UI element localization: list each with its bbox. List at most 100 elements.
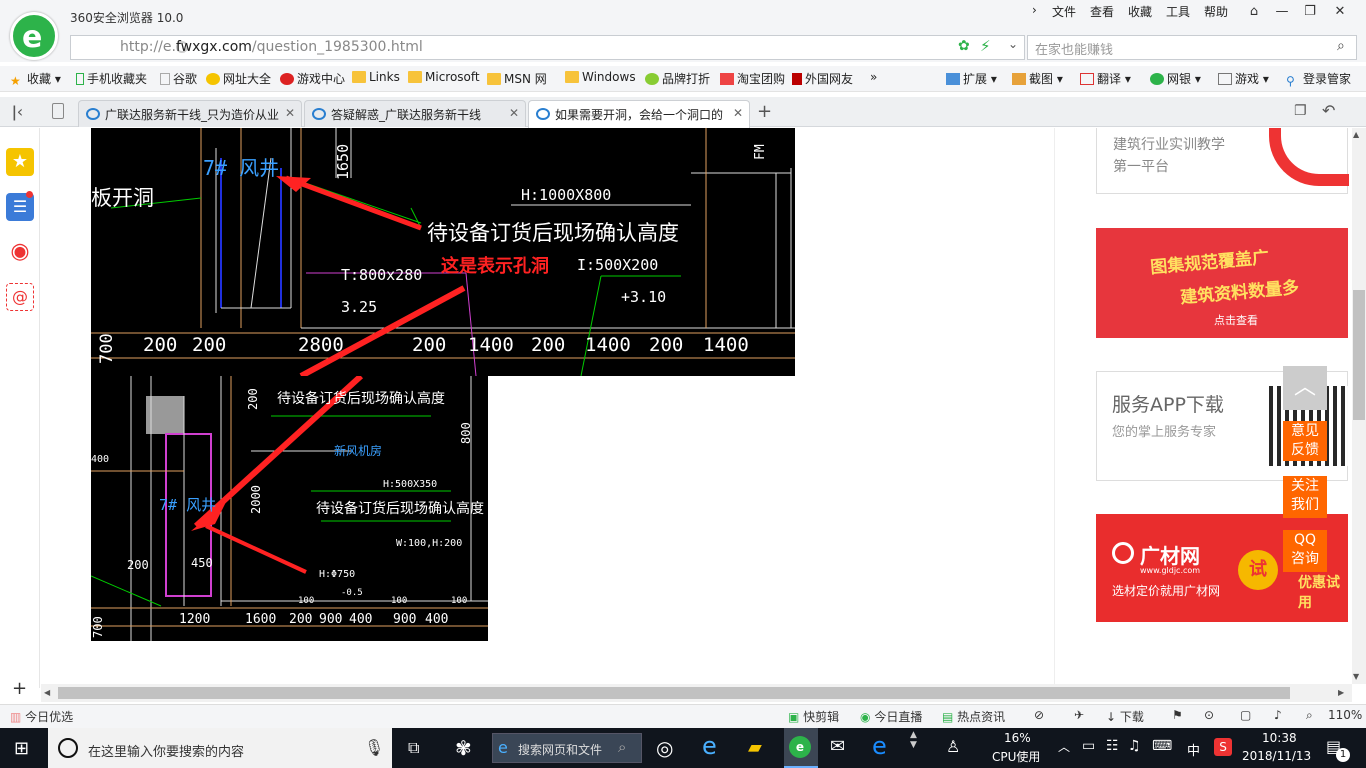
ime-indicator[interactable]: 中 [1187,740,1200,759]
clock-time[interactable]: 10:38 [1262,731,1297,745]
tool-extensions[interactable]: 扩展 ▾ [946,70,997,87]
bookmark-brand[interactable]: 品牌打折 [645,70,710,87]
network-icon[interactable]: ☷ [1106,738,1119,754]
sidebar-toggle-icon[interactable]: ǀ‹ [12,102,23,121]
ad-standards-cta[interactable]: 点击查看 [1214,312,1258,328]
bookmark-msn[interactable]: MSN 网 [487,70,547,87]
sogou-ime-icon[interactable]: S [1214,738,1232,756]
minimize-button[interactable]: — [1268,2,1296,22]
menu-tools[interactable]: 工具 [1166,3,1190,20]
bookmark-foreign[interactable]: 外国网友 [792,70,853,87]
ie-icon[interactable]: e [702,732,717,760]
status-icon-2[interactable]: ✈ [1074,708,1084,722]
add-sidebar-button[interactable]: + [12,678,27,699]
tool-login-manager[interactable]: ⚲ 登录管家 [1286,70,1351,88]
bookmark-microsoft[interactable]: Microsoft [408,70,480,84]
horizontal-scroll-thumb[interactable] [58,687,1290,699]
battery-icon[interactable]: ▭ [1082,738,1095,754]
app-swirl-icon[interactable]: ◎ [656,736,673,760]
scroll-right-icon[interactable]: ▶ [1338,688,1344,697]
scroll-up-icon[interactable]: ▲ [1353,130,1359,139]
status-hot-news[interactable]: ▤ 热点资讯 [942,708,1005,725]
keyboard-icon[interactable]: ⌨ [1152,738,1172,754]
today-picks[interactable]: ▥ 今日优选 [10,708,73,725]
tab-3-active[interactable]: 如果需要开洞，会给一个洞口的 ✕ [528,100,750,128]
bookmark-google[interactable]: 谷歌 [160,70,197,87]
menu-file[interactable]: 文件 [1052,3,1076,20]
clock-date[interactable]: 2018/11/13 [1242,749,1311,763]
restore-button[interactable]: ❐ [1296,2,1324,22]
mail-icon[interactable]: ✉ [830,736,845,757]
tab-2[interactable]: 答疑解惑_广联达服务新干线 ✕ [304,100,526,127]
menu-view[interactable]: 查看 [1090,3,1114,20]
cad-dim: 2000 [249,485,263,514]
zoom-level[interactable]: 110% [1328,708,1362,722]
show-hidden-icon[interactable]: ︿ [1058,738,1070,755]
tool-screenshot[interactable]: 截图 ▾ [1012,70,1063,87]
pin-icon[interactable]: ⌂ [1240,2,1268,22]
edge-icon[interactable]: e [872,732,887,760]
security-icon[interactable]: ✿ [958,38,970,54]
status-download[interactable]: ↓ 下载 [1106,708,1144,725]
more-bookmarks-icon[interactable]: » [870,70,877,84]
url-text[interactable]: http://e.fwxgx.com/question_1985300.html [120,39,423,55]
ad-training[interactable]: 建筑行业实训教学第一平台 [1096,128,1349,194]
app-pinwheel-icon[interactable]: ✾ [455,736,472,760]
qq-consult-button[interactable]: QQ咨询 [1283,530,1327,572]
bookmark-links[interactable]: Links [352,70,400,84]
scroll-left-icon[interactable]: ◀ [44,688,50,697]
windows-start-icon[interactable]: ⊞ [14,738,29,759]
close-button[interactable]: ✕ [1326,2,1354,22]
status-icon-4[interactable]: ⊙ [1204,708,1214,722]
tool-games[interactable]: 游戏 ▾ [1218,70,1269,87]
back-to-top-icon[interactable]: ︿ [1283,366,1327,410]
browser-logo-icon[interactable]: e [10,12,58,60]
favorites-star-icon[interactable]: ★ [6,148,34,176]
tab-list-icon[interactable]: ❐ [1294,103,1307,119]
zoom-icon[interactable]: ⌕ [1306,708,1313,723]
bookmark-taobao[interactable]: 淘宝团购 [720,70,785,87]
cad-dim: 200 [246,388,260,410]
status-quick-edit[interactable]: ▣ 快剪辑 [788,708,839,725]
mobile-icon[interactable] [52,103,64,119]
guangcai-name: 广材网 [1140,544,1200,568]
follow-button[interactable]: 关注我们 [1283,476,1327,518]
undo-close-icon[interactable]: ↶ [1322,101,1335,120]
search-icon[interactable]: ⌕ [1337,38,1345,54]
cad-drawing-top: 7# 风井 板开洞 1650 H:1000X800 待设备订货后现场确认高度 这… [91,128,795,376]
cpu-percent: 16% [1004,731,1031,745]
feedback-button[interactable]: 意见反馈 [1283,421,1327,461]
scroll-down-icon[interactable]: ▼ [1353,672,1359,681]
ad-standards[interactable]: 图集规范覆盖广 建筑资料数量多 点击查看 [1096,228,1348,338]
new-tab-button[interactable]: + [757,101,772,122]
cad-tsize: T:800x280 [341,266,423,284]
bookmark-windows[interactable]: Windows [565,70,636,84]
speaker-icon[interactable]: ♫ [1128,738,1141,754]
menu-help[interactable]: 帮助 [1204,3,1228,20]
column-divider [1054,128,1055,684]
email-icon[interactable]: @ [6,283,34,311]
tool-bank[interactable]: 网银 ▾ [1150,70,1201,87]
people-icon[interactable]: ♙ [946,737,960,756]
bookmark-sites[interactable]: 网址大全 [206,70,271,87]
status-live[interactable]: ◉ 今日直播 [860,708,922,725]
microphone-icon[interactable]: 🎙 [364,738,384,757]
menu-favorites[interactable]: 收藏 [1128,3,1152,20]
tool-translate[interactable]: 翻译 ▾ [1080,70,1131,87]
vertical-scroll-thumb[interactable] [1353,290,1365,420]
chevron-down-icon[interactable]: ⌄ [1008,37,1018,51]
bookmark-games[interactable]: 游戏中心 [280,70,345,87]
status-icon-5[interactable]: ▢ [1240,708,1251,722]
menu-arrow-icon[interactable]: › [1032,3,1037,17]
speed-mode-icon[interactable]: ⚡ [980,37,991,55]
taskbar-scroll-icon[interactable]: ▲ ▼ [910,730,917,750]
status-icon-1[interactable]: ⊘ [1034,708,1044,722]
file-explorer-icon[interactable]: ▰ [748,737,762,758]
bookmark-favorites[interactable]: ★ 收藏 ▾ [10,70,61,88]
tab-1[interactable]: 广联达服务新干线_只为造价从业 ✕ [78,100,302,127]
bookmark-mobile[interactable]: 手机收藏夹 [76,70,147,87]
status-icon-3[interactable]: ⚑ [1172,708,1183,722]
weibo-icon[interactable]: ◉ [6,238,34,266]
volume-icon[interactable]: ♪ [1274,708,1282,722]
task-view-icon[interactable]: ⧉ [408,738,419,758]
